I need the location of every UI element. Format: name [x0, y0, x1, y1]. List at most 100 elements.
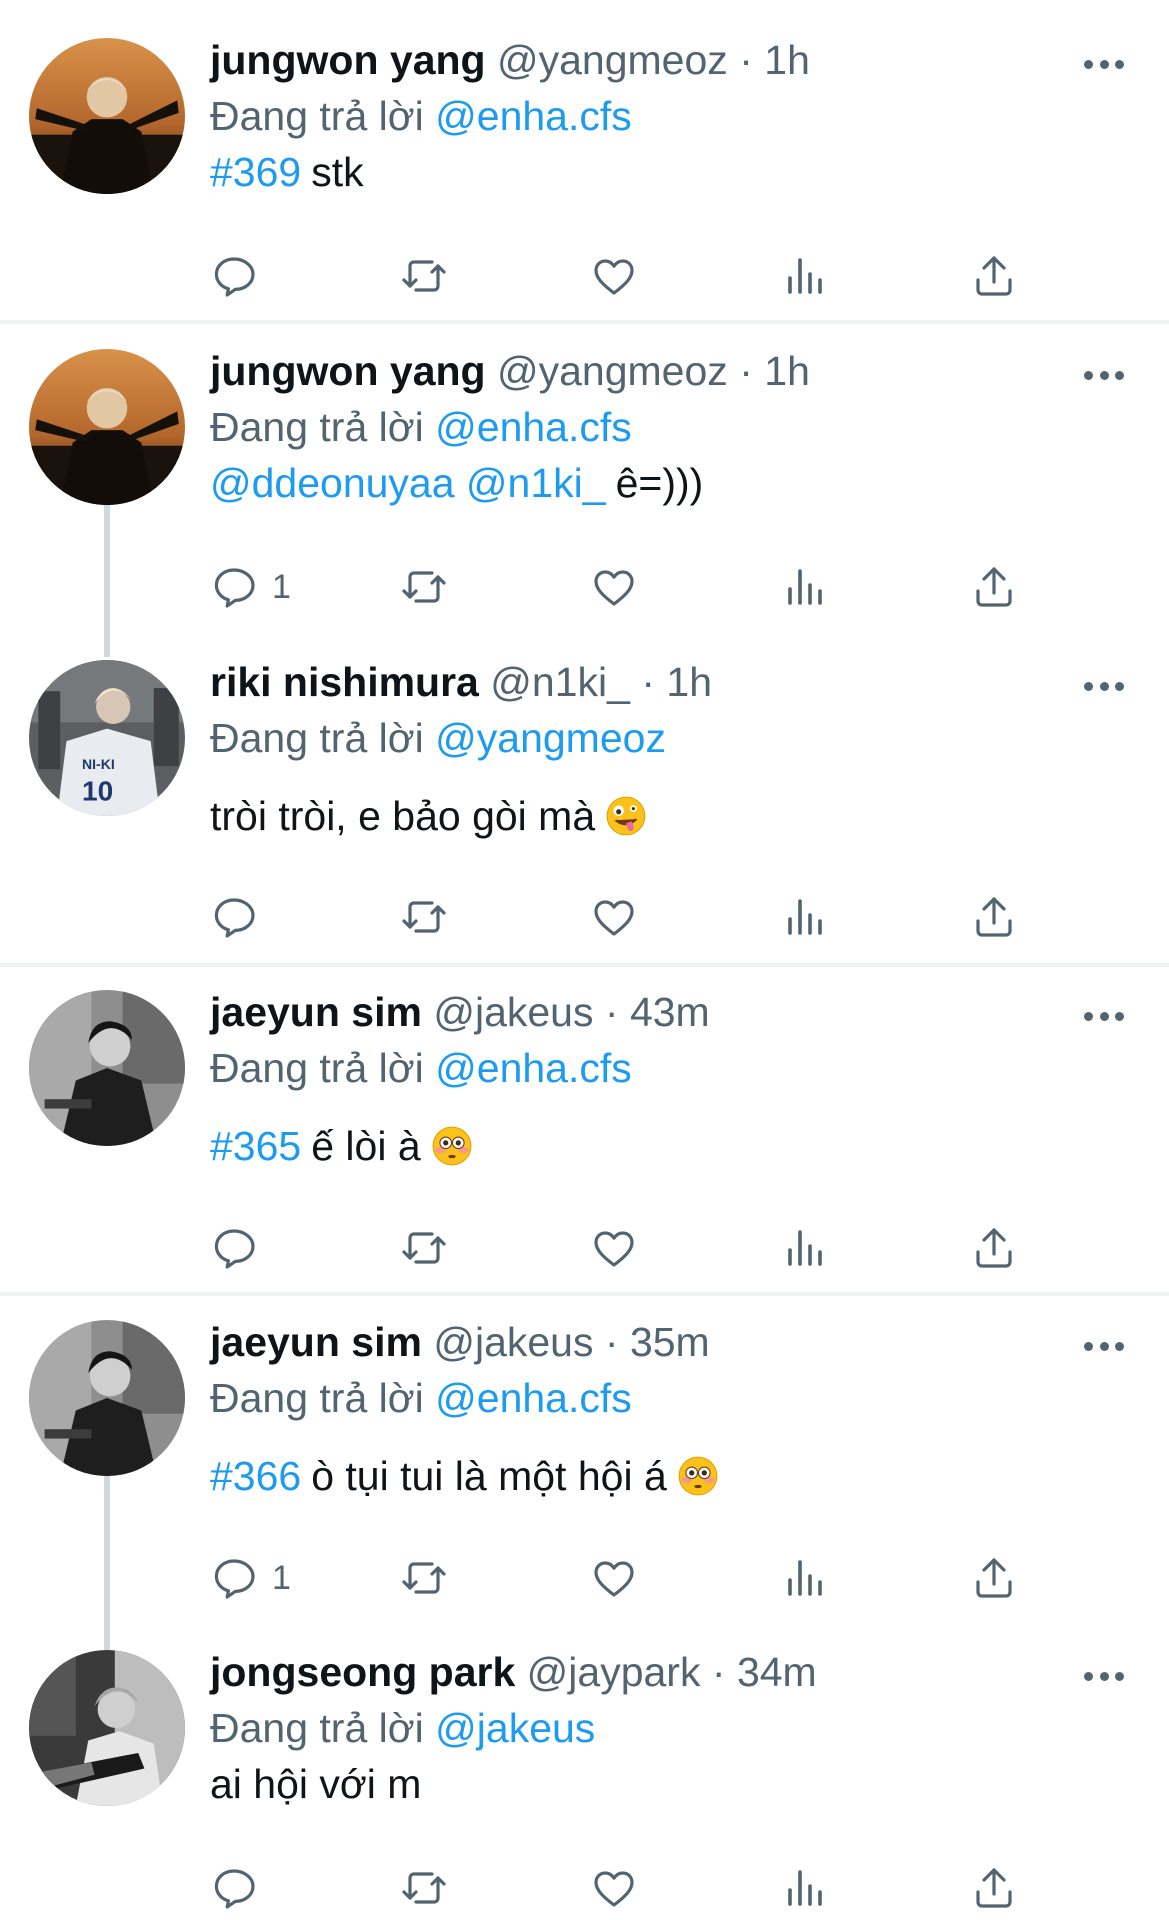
flushed-face-emoji	[431, 1125, 473, 1167]
reply-button[interactable]: 1	[210, 1548, 291, 1608]
reply-button[interactable]	[210, 246, 258, 306]
share-button[interactable]	[970, 1548, 1018, 1608]
flushed-face-emoji	[677, 1455, 719, 1497]
reply-mention-link[interactable]: @enha.cfs	[435, 93, 632, 139]
share-button[interactable]	[970, 1858, 1018, 1918]
mention-links[interactable]: @ddeonuyaa @n1ki_	[210, 457, 606, 509]
retweet-icon	[402, 1872, 446, 1904]
more-options-icon[interactable]	[1084, 369, 1124, 381]
display-name[interactable]: jungwon yang	[210, 37, 486, 83]
action-bar: 1	[210, 557, 1030, 617]
share-icon	[976, 567, 1012, 607]
analytics-icon	[788, 258, 822, 294]
share-button[interactable]	[970, 887, 1018, 947]
analytics-button[interactable]	[780, 1858, 828, 1918]
username[interactable]: @jakeus	[433, 1319, 593, 1365]
like-button[interactable]	[590, 1218, 638, 1278]
avatar[interactable]	[29, 1650, 185, 1806]
like-button[interactable]	[590, 887, 638, 947]
timestamp[interactable]: 35m	[630, 1319, 710, 1365]
timestamp[interactable]: 1h	[764, 348, 810, 394]
reply-count: 1	[272, 1558, 291, 1597]
reply-mention-link[interactable]: @yangmeoz	[435, 715, 666, 761]
avatar[interactable]	[29, 349, 185, 505]
analytics-button[interactable]	[780, 1548, 828, 1608]
analytics-button[interactable]	[780, 1218, 828, 1278]
reply-icon	[214, 1229, 255, 1269]
hashtag-link[interactable]: #365	[210, 1120, 301, 1172]
thread-line	[104, 505, 110, 657]
tweet-header: jaeyun sim @jakeus · 43m	[210, 986, 1169, 1038]
reply-mention-link[interactable]: @enha.cfs	[435, 1045, 632, 1091]
username[interactable]: @jaypark	[527, 1649, 701, 1695]
retweet-icon	[402, 260, 446, 292]
tweet-header: jaeyun sim @jakeus · 35m	[210, 1316, 1169, 1368]
analytics-button[interactable]	[780, 246, 828, 306]
username[interactable]: @yangmeoz	[497, 348, 728, 394]
reply-button[interactable]	[210, 887, 258, 947]
username[interactable]: @yangmeoz	[497, 37, 728, 83]
reply-button[interactable]	[210, 1858, 258, 1918]
display-name[interactable]: jaeyun sim	[210, 1319, 422, 1365]
reply-icon	[214, 568, 255, 608]
heart-icon	[594, 900, 634, 936]
hashtag-link[interactable]: #369	[210, 146, 301, 198]
dot-separator: ·	[711, 1649, 726, 1695]
hashtag-link[interactable]: #366	[210, 1450, 301, 1502]
more-options-icon[interactable]	[1084, 58, 1124, 70]
more-options-icon[interactable]	[1084, 680, 1124, 692]
share-button[interactable]	[970, 1218, 1018, 1278]
more-options-icon[interactable]	[1084, 1670, 1124, 1682]
more-options-icon[interactable]	[1084, 1010, 1124, 1022]
tweet-header: jongseong park @jaypark · 34m	[210, 1646, 1169, 1698]
tweet-text: @ddeonuyaa @n1ki_ ê=)))	[210, 457, 1169, 509]
reply-button[interactable]	[210, 1218, 258, 1278]
avatar[interactable]	[29, 1320, 185, 1476]
display-name[interactable]: jongseong park	[210, 1649, 515, 1695]
avatar[interactable]	[29, 38, 185, 194]
dot-separator: ·	[641, 659, 655, 705]
share-button[interactable]	[970, 246, 1018, 306]
replying-to-label: Đang trả lời	[210, 93, 424, 139]
username[interactable]: @n1ki_	[490, 659, 630, 705]
more-options-icon[interactable]	[1084, 1340, 1124, 1352]
like-button[interactable]	[590, 1548, 638, 1608]
username[interactable]: @jakeus	[433, 989, 593, 1035]
tweet-divider	[0, 1292, 1169, 1296]
svg-text:NI-KI: NI-KI	[82, 756, 115, 772]
avatar[interactable]	[29, 990, 185, 1146]
share-icon	[976, 1228, 1012, 1268]
avatar[interactable]: NI-KI 10	[29, 660, 185, 816]
retweet-icon	[402, 1562, 446, 1594]
like-button[interactable]	[590, 246, 638, 306]
heart-icon	[594, 1231, 634, 1267]
like-button[interactable]	[590, 1858, 638, 1918]
timestamp[interactable]: 1h	[764, 37, 810, 83]
retweet-button[interactable]	[400, 246, 448, 306]
dot-separator: ·	[604, 989, 619, 1035]
analytics-button[interactable]	[780, 887, 828, 947]
display-name[interactable]: jungwon yang	[210, 348, 486, 394]
timestamp[interactable]: 1h	[666, 659, 712, 705]
analytics-icon	[788, 569, 822, 605]
reply-button[interactable]: 1	[210, 557, 291, 617]
replying-to-label: Đang trả lời	[210, 1375, 424, 1421]
reply-mention-link[interactable]: @jakeus	[435, 1705, 595, 1751]
retweet-button[interactable]	[400, 887, 448, 947]
analytics-button[interactable]	[780, 557, 828, 617]
retweet-button[interactable]	[400, 1218, 448, 1278]
display-name[interactable]: riki nishimura	[210, 659, 479, 705]
share-button[interactable]	[970, 557, 1018, 617]
reply-mention-link[interactable]: @enha.cfs	[435, 404, 632, 450]
display-name[interactable]: jaeyun sim	[210, 989, 422, 1035]
retweet-icon	[402, 901, 446, 933]
retweet-button[interactable]	[400, 1548, 448, 1608]
replying-to: Đang trả lời @enha.cfs	[210, 90, 1169, 142]
timestamp[interactable]: 34m	[737, 1649, 817, 1695]
tweet-text: #369 stk	[210, 146, 1169, 198]
timestamp[interactable]: 43m	[630, 989, 710, 1035]
reply-mention-link[interactable]: @enha.cfs	[435, 1375, 632, 1421]
retweet-button[interactable]	[400, 557, 448, 617]
retweet-button[interactable]	[400, 1858, 448, 1918]
like-button[interactable]	[590, 557, 638, 617]
